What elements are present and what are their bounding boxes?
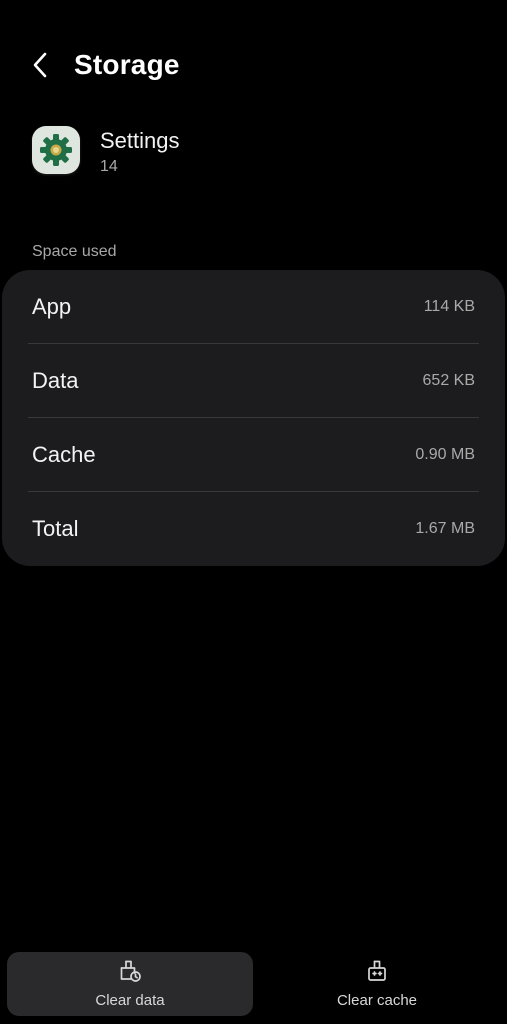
- clear-cache-icon: [368, 960, 386, 981]
- app-info: Settings 14: [32, 126, 472, 182]
- page-title: Storage: [74, 49, 180, 80]
- storage-row-total: Total 1.67 MB: [28, 492, 479, 566]
- chevron-left-icon: [33, 52, 47, 78]
- storage-row-app: App 114 KB: [28, 270, 479, 344]
- clear-cache-button[interactable]: Clear cache: [254, 952, 500, 1016]
- clear-cache-label: Clear cache: [336, 992, 418, 1009]
- top-app-bar: Storage: [0, 40, 507, 90]
- row-label: Data: [32, 367, 79, 393]
- row-value: 0.90 MB: [415, 445, 475, 463]
- row-value: 652 KB: [422, 371, 475, 389]
- row-label: App: [32, 293, 72, 319]
- clear-data-button[interactable]: Clear data: [7, 952, 253, 1016]
- storage-screen: Storage Settings 14 Space used App 114 K…: [0, 0, 507, 1024]
- app-name: Settings: [100, 128, 180, 153]
- row-label: Cache: [32, 441, 96, 467]
- clear-data-label: Clear data: [95, 992, 165, 1009]
- back-button[interactable]: [22, 46, 60, 84]
- row-label: Total: [32, 516, 79, 541]
- storage-row-cache: Cache 0.90 MB: [28, 418, 479, 492]
- space-used-label: Space used: [32, 243, 117, 260]
- gear-icon: [40, 134, 72, 166]
- storage-row-data: Data 652 KB: [28, 344, 479, 418]
- row-value: 1.67 MB: [415, 520, 475, 537]
- row-value: 114 KB: [423, 297, 475, 315]
- app-icon: [32, 126, 80, 174]
- space-used-card: App 114 KB Data 652 KB Cache 0.90 MB Tot…: [2, 270, 505, 566]
- app-version: 14: [100, 158, 118, 175]
- bottom-action-bar: Clear data Clear cache: [0, 950, 507, 1020]
- clear-data-icon: [120, 960, 141, 982]
